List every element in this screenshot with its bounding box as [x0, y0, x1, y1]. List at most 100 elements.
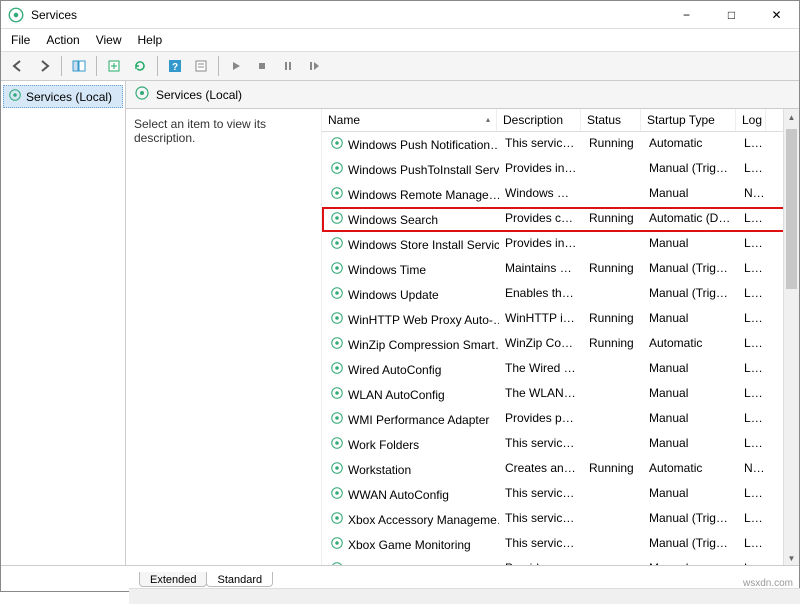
service-list[interactable]: Name▴ Description Status Startup Type Lo… — [321, 109, 799, 566]
tab-extended[interactable]: Extended — [139, 572, 207, 587]
horizontal-scrollbar[interactable] — [129, 588, 800, 604]
vertical-scrollbar[interactable]: ▲ ▼ — [783, 109, 799, 566]
col-status[interactable]: Status — [581, 109, 641, 131]
service-row[interactable]: Xbox Accessory Manageme…This service …Ma… — [322, 507, 799, 532]
menu-action[interactable]: Action — [46, 33, 79, 47]
stop-service-button[interactable] — [251, 55, 273, 77]
service-startup-cell: Manual (Trig… — [643, 509, 738, 530]
col-startup[interactable]: Startup Type — [641, 109, 736, 131]
service-row[interactable]: Windows Push Notification…This service …… — [322, 132, 799, 157]
gear-icon — [330, 461, 344, 478]
service-name-cell: Windows Search — [324, 209, 499, 230]
menu-view[interactable]: View — [96, 33, 122, 47]
title-bar: Services − □ ✕ — [1, 1, 799, 29]
refresh-button[interactable] — [129, 55, 151, 77]
app-gear-icon — [7, 6, 25, 24]
service-logon-cell: Net — [738, 459, 768, 480]
tab-standard[interactable]: Standard — [206, 572, 273, 587]
service-desc-cell: Provides pe… — [499, 409, 583, 430]
menu-file[interactable]: File — [11, 33, 30, 47]
service-row[interactable]: Windows SearchProvides co…RunningAutomat… — [322, 207, 799, 232]
start-service-button[interactable] — [225, 55, 247, 77]
show-hide-tree-button[interactable] — [68, 55, 90, 77]
service-row[interactable]: WLAN AutoConfigThe WLANS…ManualLoc — [322, 382, 799, 407]
service-name-cell: Windows Remote Manage… — [324, 184, 499, 205]
scroll-thumb[interactable] — [786, 129, 797, 289]
service-row[interactable]: WorkstationCreates and…RunningAutomaticN… — [322, 457, 799, 482]
service-desc-cell: Provides inf… — [499, 234, 583, 255]
menu-help[interactable]: Help — [138, 33, 163, 47]
service-desc-cell: This service … — [499, 509, 583, 530]
pause-service-button[interactable] — [277, 55, 299, 77]
service-row[interactable]: WWAN AutoConfigThis service …ManualLoc — [322, 482, 799, 507]
service-startup-cell: Manual (Trig… — [643, 284, 738, 305]
service-logon-cell: Loc — [738, 534, 768, 555]
service-row[interactable]: Windows PushToInstall Serv…Provides inf…… — [322, 157, 799, 182]
scroll-down-icon[interactable]: ▼ — [784, 550, 799, 566]
service-desc-cell: The WLANS… — [499, 384, 583, 405]
properties-button[interactable] — [190, 55, 212, 77]
service-startup-cell: Manual — [643, 484, 738, 505]
service-desc-cell: Provides inf… — [499, 159, 583, 180]
service-row[interactable]: WMI Performance AdapterProvides pe…Manua… — [322, 407, 799, 432]
service-logon-cell: Net — [738, 184, 768, 205]
toolbar: ? — [1, 52, 799, 81]
service-name-cell: WLAN AutoConfig — [324, 384, 499, 405]
tree-services-local[interactable]: Services (Local) — [3, 85, 123, 108]
tree-label: Services (Local) — [26, 90, 112, 104]
service-row[interactable]: Windows Remote Manage…Windows R…ManualNe… — [322, 182, 799, 207]
service-name-cell: Wired AutoConfig — [324, 359, 499, 380]
gear-icon — [330, 486, 344, 503]
service-startup-cell: Automatic (D… — [643, 209, 738, 230]
service-startup-cell: Manual (Trig… — [643, 159, 738, 180]
watermark: wsxdn.com — [743, 578, 793, 589]
menu-bar: File Action View Help — [1, 29, 799, 52]
service-row[interactable]: Wired AutoConfigThe Wired …ManualLoc — [322, 357, 799, 382]
service-status-cell — [583, 409, 643, 430]
service-logon-cell: Loc — [738, 509, 768, 530]
tab-strip: Extended Standard — [1, 565, 799, 587]
gear-icon — [330, 336, 344, 353]
minimize-button[interactable]: − — [664, 1, 709, 29]
service-name-cell: Windows Update — [324, 284, 499, 305]
col-description[interactable]: Description — [497, 109, 581, 131]
back-button[interactable] — [7, 55, 29, 77]
service-status-cell: Running — [583, 309, 643, 330]
service-logon-cell: Loc — [738, 359, 768, 380]
service-logon-cell: Loc — [738, 159, 768, 180]
service-row[interactable]: Work FoldersThis service …ManualLoc — [322, 432, 799, 457]
gear-icon — [330, 161, 344, 178]
col-logon[interactable]: Log — [736, 109, 766, 131]
service-name-cell: Windows Time — [324, 259, 499, 280]
service-startup-cell: Manual — [643, 384, 738, 405]
service-logon-cell: Loc — [738, 484, 768, 505]
service-row[interactable]: WinZip Compression Smart…WinZip Co…Runni… — [322, 332, 799, 357]
window-title: Services — [31, 8, 664, 22]
gear-icon — [330, 311, 344, 328]
restart-service-button[interactable] — [303, 55, 325, 77]
pane-header: Services (Local) — [126, 81, 799, 109]
service-name-cell: Windows PushToInstall Serv… — [324, 159, 499, 180]
close-button[interactable]: ✕ — [754, 1, 799, 29]
service-row[interactable]: Windows Store Install ServiceProvides in… — [322, 232, 799, 257]
service-row[interactable]: Windows UpdateEnables the …Manual (Trig…… — [322, 282, 799, 307]
gear-icon — [330, 411, 344, 428]
service-logon-cell: Loc — [738, 409, 768, 430]
service-name-cell: Xbox Game Monitoring — [324, 534, 499, 555]
help-button[interactable]: ? — [164, 55, 186, 77]
service-row[interactable]: WinHTTP Web Proxy Auto-…WinHTTP i…Runnin… — [322, 307, 799, 332]
service-row[interactable]: Windows TimeMaintains d…RunningManual (T… — [322, 257, 799, 282]
service-status-cell — [583, 509, 643, 530]
export-list-button[interactable] — [103, 55, 125, 77]
forward-button[interactable] — [33, 55, 55, 77]
scroll-up-icon[interactable]: ▲ — [784, 109, 799, 125]
col-name[interactable]: Name▴ — [322, 109, 497, 131]
gear-icon — [330, 386, 344, 403]
gear-icon — [330, 536, 344, 553]
service-logon-cell: Loc — [738, 434, 768, 455]
service-startup-cell: Manual (Trig… — [643, 534, 738, 555]
service-startup-cell: Automatic — [643, 334, 738, 355]
service-status-cell: Running — [583, 134, 643, 155]
maximize-button[interactable]: □ — [709, 1, 754, 29]
service-row[interactable]: Xbox Game MonitoringThis service …Manual… — [322, 532, 799, 557]
